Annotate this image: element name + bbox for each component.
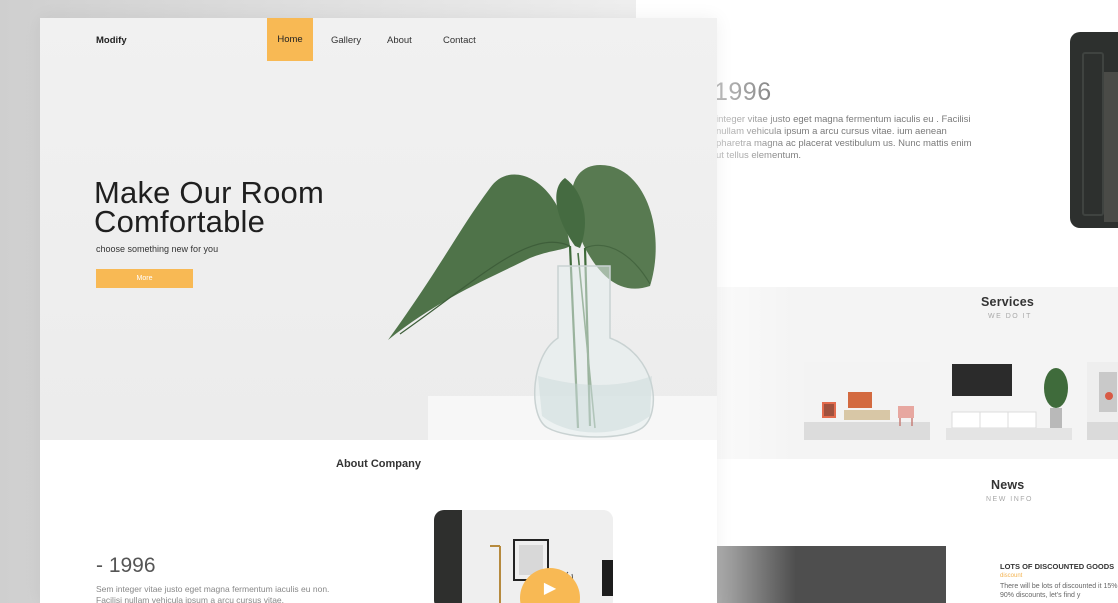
services-title: Services — [981, 295, 1035, 309]
tv-wall-illustration — [946, 362, 1072, 440]
service-card-tv-wall[interactable] — [946, 362, 1072, 440]
news-image[interactable] — [716, 546, 946, 603]
living-room-illustration — [804, 362, 930, 440]
hero-title: Make Our Room Comfortable — [94, 175, 324, 239]
hero-subtitle: choose something new for you — [96, 244, 219, 254]
about-company-title: About Company — [336, 458, 421, 470]
door-shape — [1082, 52, 1104, 216]
nav-about[interactable]: About — [387, 35, 412, 46]
hero-section: Modify Home Gallery About Contact Make O… — [40, 18, 717, 440]
more-button[interactable]: More — [96, 269, 193, 288]
service-card-partial[interactable] — [1087, 362, 1118, 440]
history-year: 1996 — [714, 78, 772, 106]
history-paragraph: integer vitae justo eget magna fermentum… — [716, 114, 972, 161]
main-page: Modify Home Gallery About Contact Make O… — [40, 18, 717, 603]
partial-room-illustration — [1087, 362, 1118, 440]
news-subtitle: NEW INFO — [986, 496, 1033, 503]
doorway-shape — [1104, 72, 1118, 222]
service-card-living-room[interactable] — [804, 362, 930, 440]
about-year: - 1996 — [96, 554, 156, 577]
plant-vase-image — [388, 164, 656, 438]
news-title: News — [991, 478, 1025, 492]
left-leaf — [388, 174, 570, 340]
nav-contact[interactable]: Contact — [443, 35, 476, 46]
news-item-text: There will be lots of discounted it 15% … — [1000, 583, 1118, 599]
services-subtitle: WE DO IT — [988, 313, 1032, 320]
news-item-tag: discount — [1000, 573, 1023, 579]
interior-photo-top — [1070, 32, 1118, 228]
about-text: Sem integer vitae justo eget magna ferme… — [96, 584, 330, 603]
site-logo[interactable]: Modify — [96, 35, 127, 46]
play-icon: ▶ — [543, 580, 557, 597]
news-item-title[interactable]: LOTS OF DISCOUNTED GOODS — [1000, 562, 1114, 571]
nav-home[interactable]: Home — [267, 18, 313, 61]
about-video-thumbnail[interactable]: ▶ — [434, 510, 613, 603]
nav-gallery[interactable]: Gallery — [331, 35, 361, 46]
